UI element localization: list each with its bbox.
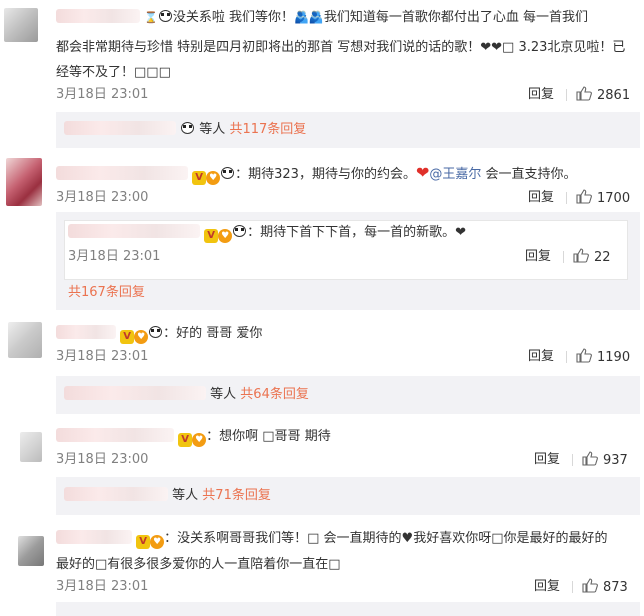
- username[interactable]: [64, 121, 176, 135]
- divider: [566, 192, 567, 204]
- comment-text: V ♥ ：好的 哥哥 爱你: [56, 322, 262, 346]
- avatar[interactable]: [6, 158, 42, 206]
- view-replies-link[interactable]: 共117条回复: [229, 122, 306, 137]
- reply-button[interactable]: 回复: [525, 248, 551, 266]
- fan-badge-icon: ♥: [206, 171, 221, 185]
- view-replies-link[interactable]: 共64条回复: [240, 387, 309, 402]
- thumbs-up-icon: [582, 578, 598, 593]
- replies-preview: 等人 共71条回复: [56, 477, 640, 515]
- like-button[interactable]: 1190: [576, 348, 630, 367]
- like-count: 22: [594, 250, 611, 265]
- panda-emoji-icon: [148, 325, 163, 339]
- divider: [572, 581, 573, 593]
- verified-badge-icon: V: [192, 171, 207, 185]
- mention-link[interactable]: @王嘉尔: [429, 167, 481, 182]
- timestamp: 3月18日 23:00: [56, 452, 149, 467]
- username[interactable]: [56, 428, 174, 442]
- like-count: 873: [603, 580, 628, 595]
- avatar[interactable]: [4, 8, 38, 42]
- username[interactable]: [64, 487, 168, 501]
- comment-text: ⌛ 没关系啦 我们等你！🫂🫂我们知道每一首歌你都付出了心血 每一首我们: [56, 5, 588, 30]
- thumbs-up-icon: [582, 451, 598, 466]
- hug-emoji-icon: 🫂🫂: [293, 10, 324, 24]
- like-button[interactable]: 937: [582, 451, 628, 470]
- heart-icon: ❤: [415, 163, 430, 182]
- panda-emoji-icon: [180, 121, 195, 135]
- divider: [566, 351, 567, 363]
- reply-button[interactable]: 回复: [528, 189, 554, 207]
- like-button[interactable]: 22: [573, 248, 611, 267]
- replies-preview: 等人 共117条回复: [56, 112, 640, 148]
- thumbs-up-icon: [576, 86, 592, 101]
- reply-button[interactable]: 回复: [534, 451, 560, 469]
- verified-badge-icon: V: [136, 535, 151, 549]
- username[interactable]: [68, 224, 200, 238]
- fan-badge-icon: ♥: [218, 229, 233, 243]
- comment-text: V ♥ ：想你啊 □哥哥 期待: [56, 425, 331, 449]
- fan-badge-icon: ♥: [134, 330, 149, 344]
- avatar[interactable]: [18, 536, 44, 566]
- thumbs-up-icon: [573, 248, 589, 263]
- avatar[interactable]: [8, 322, 42, 358]
- verified-badge-icon: V: [120, 330, 135, 344]
- like-count: 1700: [597, 191, 631, 206]
- timestamp: 3月18日 23:01: [68, 249, 161, 264]
- like-count: 1190: [597, 350, 631, 365]
- sub-comments: V ♥ ：期待下首下下首，每一首的新歌。❤ 3月18日 23:01 回复 22 共1…: [56, 212, 640, 310]
- comment-text-line3: 经等不及了！□□□: [56, 65, 171, 80]
- like-button[interactable]: 1700: [576, 189, 630, 208]
- thumbs-up-icon: [576, 348, 592, 363]
- timestamp: 3月18日 23:01: [56, 87, 149, 102]
- view-replies-link[interactable]: 共71条回复: [202, 488, 271, 503]
- replies-preview: 等人 共64条回复: [56, 376, 640, 414]
- like-button[interactable]: 873: [582, 578, 628, 597]
- avatar[interactable]: [20, 432, 42, 462]
- sub-comment-text: V ♥ ：期待下首下下首，每一首的新歌。❤: [68, 221, 466, 245]
- like-button[interactable]: 2861: [576, 86, 630, 105]
- username[interactable]: [64, 386, 206, 400]
- thumbs-up-icon: [576, 189, 592, 204]
- fan-badge-icon: ♥: [192, 433, 207, 447]
- comment-text-line2: 都会非常期待与珍惜 特别是四月初即将出的那首 写想对我们说的话的歌！❤❤□ 3.…: [56, 40, 626, 55]
- timestamp: 3月18日 23:00: [56, 190, 149, 205]
- divider: [566, 89, 567, 101]
- divider: [563, 251, 564, 263]
- username[interactable]: [56, 166, 188, 180]
- like-count: 2861: [597, 88, 631, 103]
- verified-badge-icon: V: [178, 433, 193, 447]
- reply-button[interactable]: 回复: [534, 578, 560, 596]
- username[interactable]: [56, 325, 116, 339]
- panda-emoji-icon: [158, 9, 173, 23]
- panda-emoji-icon: [220, 166, 235, 180]
- comment-text: V ♥ ：期待323，期待与你的约会。❤@王嘉尔 会一直支持你。: [56, 161, 577, 187]
- verified-badge-icon: V: [204, 229, 219, 243]
- reply-button[interactable]: 回复: [528, 86, 554, 104]
- fan-badge-icon: ♥: [150, 535, 165, 549]
- like-count: 937: [603, 453, 628, 468]
- panda-emoji-icon: [232, 224, 247, 238]
- hourglass-icon: ⌛: [144, 11, 158, 24]
- username[interactable]: [56, 530, 132, 544]
- view-replies-link[interactable]: 共167条回复: [68, 284, 145, 302]
- username[interactable]: [56, 9, 140, 23]
- comment-text: V ♥ ：没关系啊哥哥我们等！□ 会一直期待的♥我好喜欢你呀□你是最好的最好的: [56, 527, 608, 551]
- replies-preview: [56, 602, 640, 616]
- timestamp: 3月18日 23:01: [56, 349, 149, 364]
- timestamp: 3月18日 23:01: [56, 579, 149, 594]
- divider: [572, 454, 573, 466]
- reply-button[interactable]: 回复: [528, 348, 554, 366]
- comment-text-line2: 最好的□有很多很多爱你的人一直陪着你一直在□: [56, 557, 341, 572]
